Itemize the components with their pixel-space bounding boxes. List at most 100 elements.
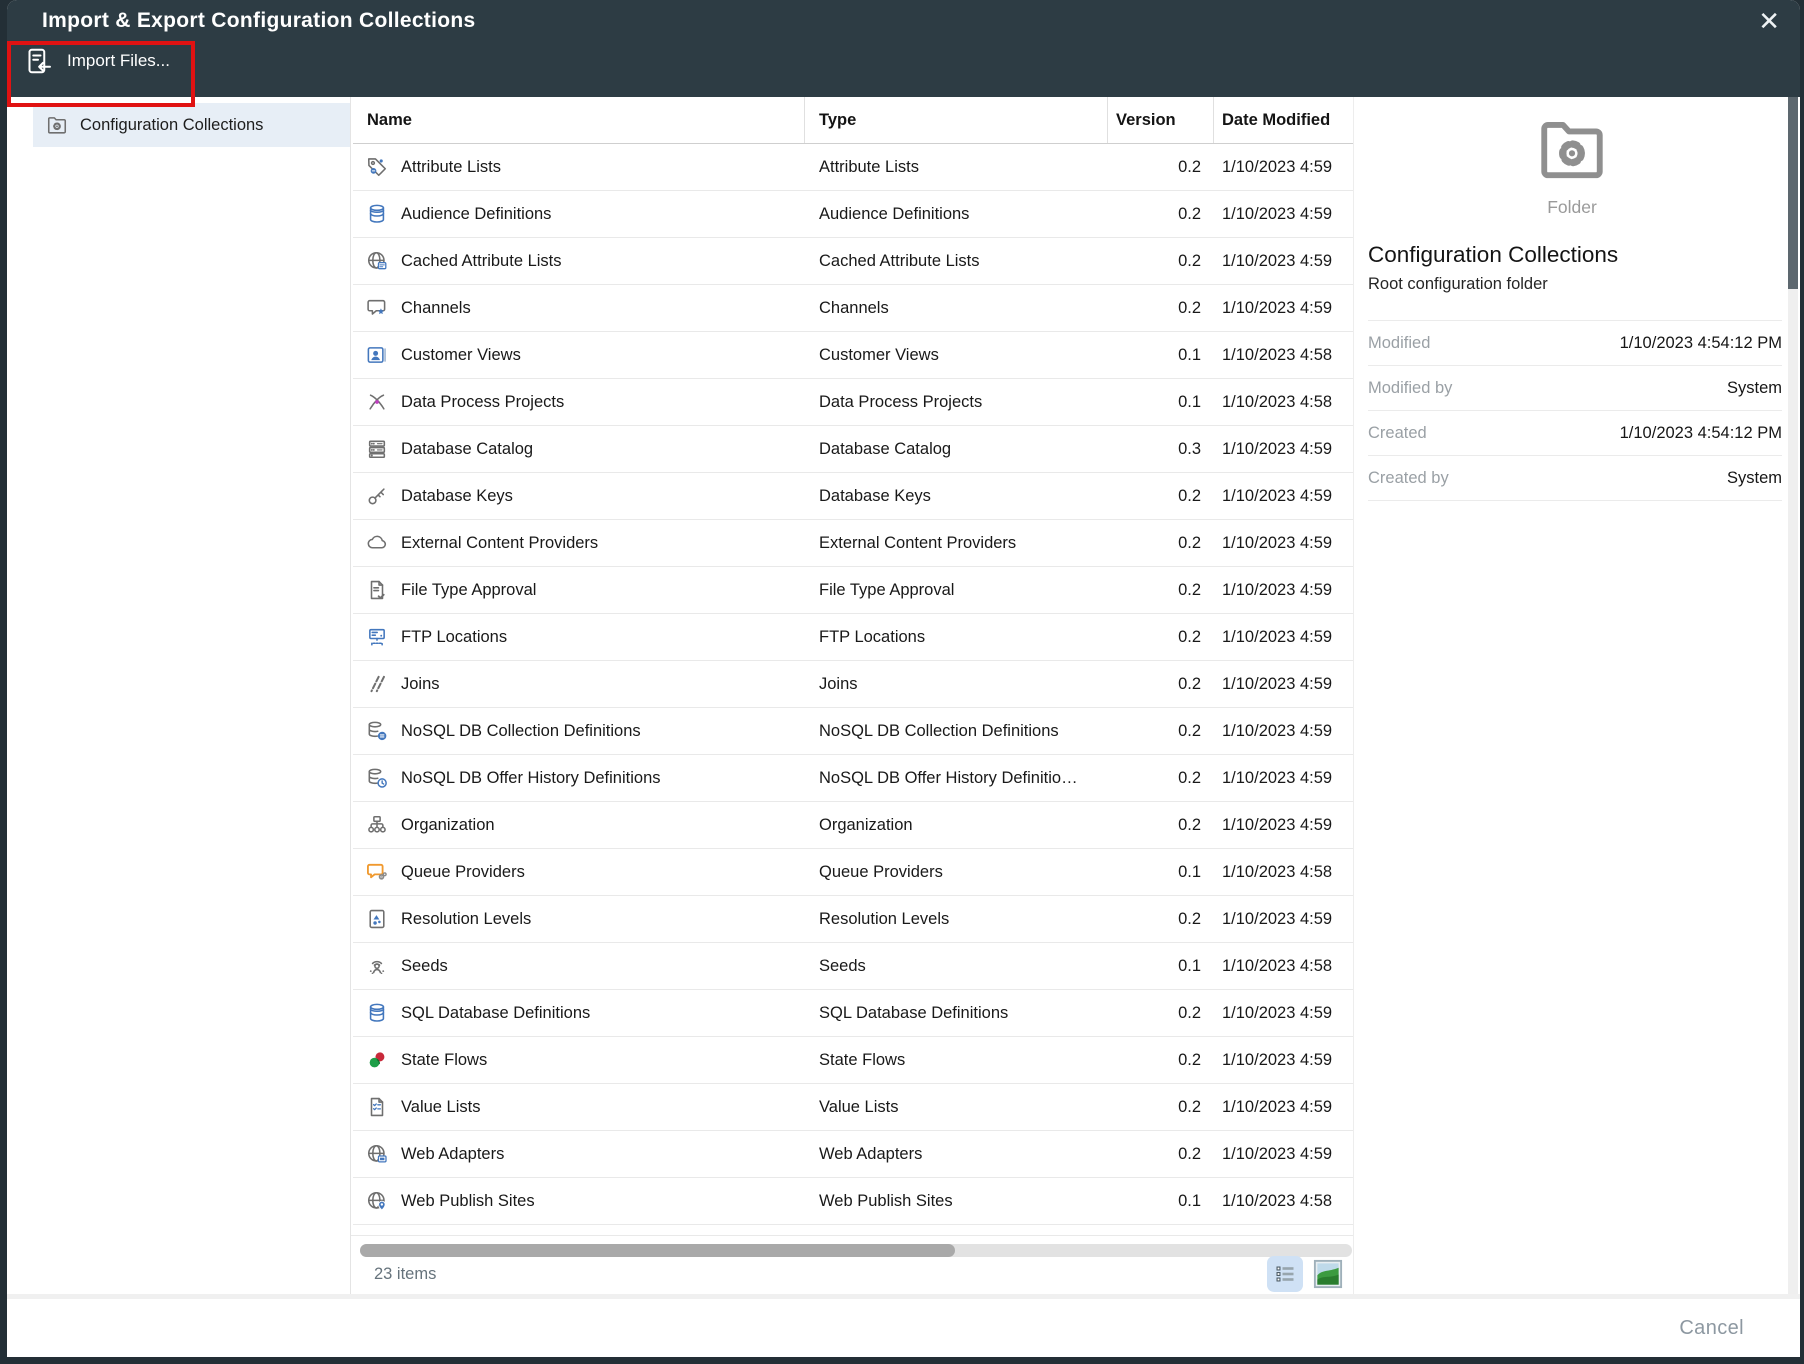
table-row[interactable]: OrganizationOrganization0.21/10/2023 4:5…: [353, 802, 1360, 849]
table-header-row: Name Type Version Date Modified: [353, 97, 1360, 144]
row-date-modified: 1/10/2023 4:59: [1214, 755, 1354, 801]
table-row[interactable]: Cached Attribute Lists Cached Attribute L…: [353, 238, 1360, 285]
globe-panel-icon: [366, 1143, 388, 1165]
server-stack-icon: [366, 438, 388, 460]
table-bottom-bar: 23 items: [351, 1235, 1360, 1294]
server-network-icon: [366, 626, 388, 648]
row-version: 0.1: [1108, 943, 1214, 989]
vertical-scrollbar-thumb[interactable]: [1788, 97, 1798, 289]
column-header-name[interactable]: Name: [353, 97, 805, 143]
row-version: 0.2: [1108, 708, 1214, 754]
row-date-modified: 1/10/2023 4:59: [1214, 144, 1354, 190]
row-name: FTP Locations: [401, 628, 507, 647]
row-date-modified: 1/10/2023 4:58: [1214, 943, 1354, 989]
row-date-modified: 1/10/2023 4:59: [1214, 708, 1354, 754]
key-icon: [366, 485, 388, 507]
import-files-label: Import Files...: [67, 51, 170, 71]
details-fields: Modified 1/10/2023 4:54:12 PM Modified b…: [1368, 320, 1782, 501]
close-icon[interactable]: ✕: [1758, 6, 1780, 36]
table-row[interactable]: State FlowsState Flows0.21/10/2023 4:59: [353, 1037, 1360, 1084]
cloud-icon: [366, 532, 388, 554]
details-panel: Folder Configuration Collections Root co…: [1353, 97, 1790, 1294]
list-view-button[interactable]: [1267, 1256, 1303, 1292]
row-type: SQL Database Definitions: [805, 990, 1108, 1036]
table-row[interactable]: SQL Database DefinitionsSQL Database Def…: [353, 990, 1360, 1037]
table-row[interactable]: NoSQL DB Collection DefinitionsNoSQL DB …: [353, 708, 1360, 755]
database-badge-icon: [366, 720, 388, 742]
table-row[interactable]: Data Process Projects Data Process Projec…: [353, 379, 1360, 426]
field-row-modified: Modified 1/10/2023 4:54:12 PM: [1368, 320, 1782, 365]
table-row[interactable]: Database CatalogDatabase Catalog0.31/10/…: [353, 426, 1360, 473]
row-version: 0.1: [1108, 1178, 1214, 1224]
row-name: Channels: [401, 299, 471, 318]
column-header-date-modified[interactable]: Date Modified: [1214, 97, 1354, 143]
row-version: 0.2: [1108, 896, 1214, 942]
row-name: Web Adapters: [401, 1145, 504, 1164]
table-row[interactable]: ChannelsChannels0.21/10/2023 4:59: [353, 285, 1360, 332]
table-row[interactable]: FTP LocationsFTP Locations0.21/10/2023 4…: [353, 614, 1360, 661]
row-type: NoSQL DB Collection Definitions: [805, 708, 1108, 754]
row-type: Seeds: [805, 943, 1108, 989]
database-clock-icon: [366, 767, 388, 789]
column-header-type[interactable]: Type: [805, 97, 1108, 143]
row-type: Data Process Projects: [805, 379, 1108, 425]
table-row[interactable]: Queue ProvidersQueue Providers0.11/10/20…: [353, 849, 1360, 896]
table-row[interactable]: Audience DefinitionsAudience Definitions…: [353, 191, 1360, 238]
table-row[interactable]: SeedsSeeds0.11/10/2023 4:58: [353, 943, 1360, 990]
row-type: Web Publish Sites: [805, 1178, 1108, 1224]
row-date-modified: 1/10/2023 4:59: [1214, 896, 1354, 942]
table-row[interactable]: Customer ViewsCustomer Views0.11/10/2023…: [353, 332, 1360, 379]
table-row[interactable]: JoinsJoins0.21/10/2023 4:59: [353, 661, 1360, 708]
row-name: Web Publish Sites: [401, 1192, 535, 1211]
dialog-title: Import & Export Configuration Collection…: [42, 9, 475, 33]
vertical-scrollbar[interactable]: [1788, 97, 1798, 1294]
field-value: System: [1727, 379, 1782, 398]
sidebar-item-configuration-collections[interactable]: Configuration Collections: [33, 103, 350, 147]
row-date-modified: 1/10/2023 4:59: [1214, 661, 1354, 707]
image-view-button[interactable]: [1312, 1258, 1344, 1290]
row-date-modified: 1/10/2023 4:59: [1214, 191, 1354, 237]
cancel-button[interactable]: Cancel: [1679, 1317, 1744, 1340]
row-type: Resolution Levels: [805, 896, 1108, 942]
row-date-modified: 1/10/2023 4:59: [1214, 614, 1354, 660]
row-type: Web Adapters: [805, 1131, 1108, 1177]
table-row[interactable]: Attribute ListsAttribute Lists0.21/10/20…: [353, 144, 1360, 191]
row-type: Attribute Lists: [805, 144, 1108, 190]
table-row[interactable]: Value ListsValue Lists0.21/10/2023 4:59: [353, 1084, 1360, 1131]
table-row[interactable]: NoSQL DB Offer History DefinitionsNoSQL …: [353, 755, 1360, 802]
field-label: Modified: [1368, 334, 1430, 353]
checklist-document-icon: [366, 1096, 388, 1118]
document-check-icon: [366, 579, 388, 601]
row-version: 0.2: [1108, 661, 1214, 707]
globe-pin-icon: [366, 1190, 388, 1212]
row-date-modified: 1/10/2023 4:58: [1214, 1178, 1354, 1224]
row-name: Database Keys: [401, 487, 513, 506]
row-date-modified: 1/10/2023 4:59: [1214, 1037, 1354, 1083]
table-row[interactable]: Database KeysDatabase Keys0.21/10/2023 4…: [353, 473, 1360, 520]
row-version: 0.2: [1108, 567, 1214, 613]
field-row-modified-by: Modified by System: [1368, 365, 1782, 410]
dialog-header: Import & Export Configuration Collection…: [7, 0, 1800, 97]
column-header-version[interactable]: Version: [1108, 97, 1214, 143]
table-row[interactable]: External Content ProvidersExternal Conte…: [353, 520, 1360, 567]
row-name: Cached Attribute Lists: [401, 252, 562, 271]
folder-tree-sidebar: Configuration Collections: [7, 97, 351, 1294]
table-row[interactable]: File Type ApprovalFile Type Approval0.21…: [353, 567, 1360, 614]
row-type: FTP Locations: [805, 614, 1108, 660]
table-row[interactable]: Web AdaptersWeb Adapters0.21/10/2023 4:5…: [353, 1131, 1360, 1178]
row-version: 0.1: [1108, 332, 1214, 378]
row-date-modified: 1/10/2023 4:59: [1214, 802, 1354, 848]
row-date-modified: 1/10/2023 4:59: [1214, 990, 1354, 1036]
row-version: 0.2: [1108, 614, 1214, 660]
table-row[interactable]: Resolution LevelsResolution Levels0.21/1…: [353, 896, 1360, 943]
sidebar-item-label: Configuration Collections: [80, 116, 263, 135]
import-files-button[interactable]: Import Files...: [23, 46, 170, 76]
dialog-footer: Cancel: [7, 1294, 1800, 1357]
row-name: File Type Approval: [401, 581, 536, 600]
field-label: Modified by: [1368, 379, 1452, 398]
row-type: Cached Attribute Lists: [805, 238, 1108, 284]
row-name: Data Process Projects: [401, 393, 564, 412]
table-row[interactable]: Web Publish SitesWeb Publish Sites0.11/1…: [353, 1178, 1360, 1225]
row-type: Database Catalog: [805, 426, 1108, 472]
join-slashes-icon: [366, 673, 388, 695]
